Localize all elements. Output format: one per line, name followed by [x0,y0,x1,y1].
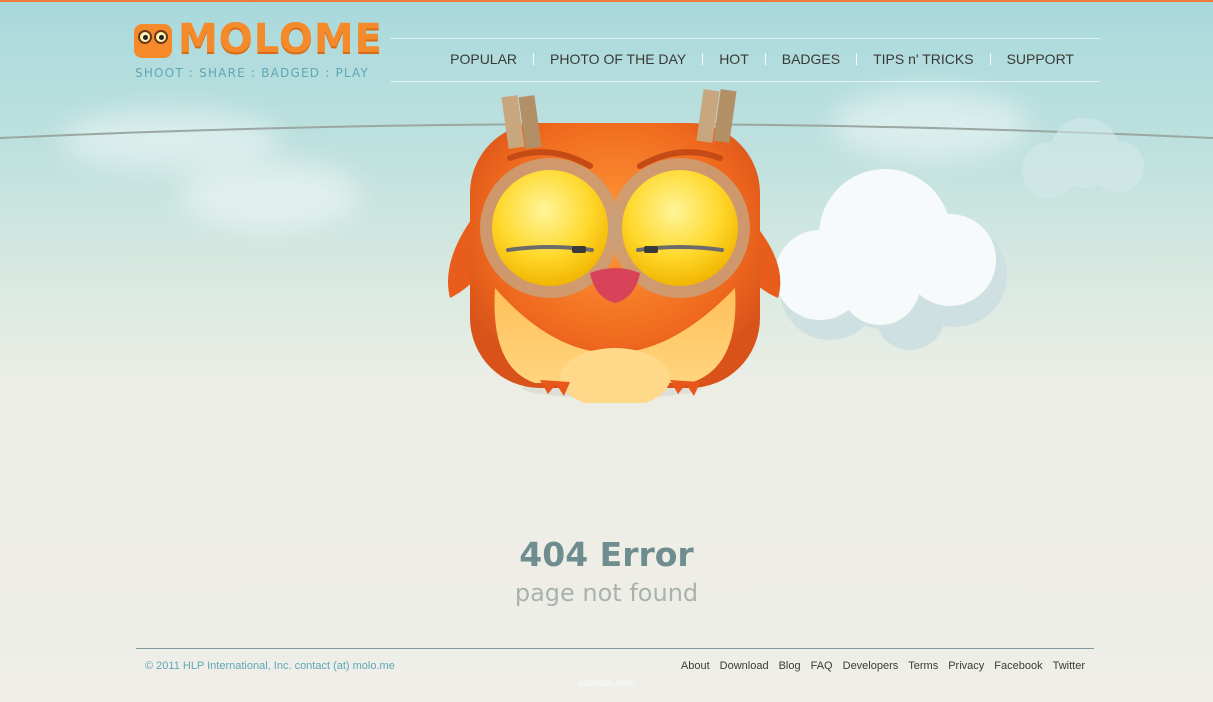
main-nav: POPULAR PHOTO OF THE DAY HOT BADGES TIPS… [434,51,1090,67]
nav-item-tips-n-tricks[interactable]: TIPS n' TRICKS [857,51,989,67]
top-accent-line [0,0,1213,2]
footer-link-privacy[interactable]: Privacy [948,660,984,672]
footer-link-terms[interactable]: Terms [908,660,938,672]
footer-link-facebook[interactable]: Facebook [994,660,1042,672]
brand-tagline: SHOOT : SHARE : BADGED : PLAY [135,66,370,80]
brand-name: MOLOME [178,16,384,62]
footer-links: About Download Blog FAQ Developers Terms… [681,660,1085,672]
error-title: 404 Error [519,535,694,574]
background-cloud [180,160,360,230]
nav-item-hot[interactable]: HOT [703,51,765,67]
footer-link-twitter[interactable]: Twitter [1053,660,1085,672]
footer-link-download[interactable]: Download [720,660,769,672]
watermark-text: outlasto.com [578,678,635,689]
footer-link-faq[interactable]: FAQ [811,660,833,672]
owl-logo-icon [134,24,172,58]
footer-link-developers[interactable]: Developers [843,660,899,672]
cloud-icon [775,169,1007,350]
cloud-icon [1022,118,1144,198]
error-subtitle: page not found [514,579,699,607]
footer-link-blog[interactable]: Blog [779,660,801,672]
nav-item-popular[interactable]: POPULAR [434,51,533,67]
logo[interactable]: MOLOME SHOOT : SHARE : BADGED : PLAY [134,16,382,84]
footer-divider [136,648,1094,649]
owl-mascot-icon [448,89,781,403]
nav-item-support[interactable]: SUPPORT [991,51,1090,67]
footer-link-about[interactable]: About [681,660,710,672]
nav-item-photo-of-the-day[interactable]: PHOTO OF THE DAY [534,51,702,67]
copyright-text: © 2011 HLP International, Inc. contact (… [145,660,395,672]
nav-item-badges[interactable]: BADGES [766,51,856,67]
